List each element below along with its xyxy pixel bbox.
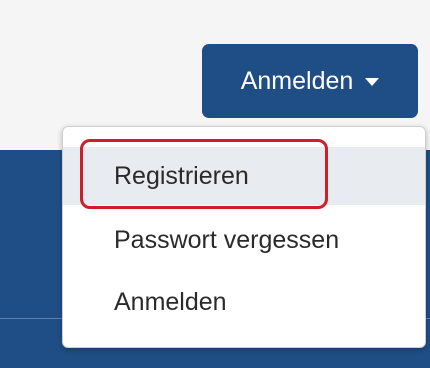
menu-item-register[interactable]: Registrieren: [63, 147, 425, 205]
menu-item-login[interactable]: Anmelden: [63, 273, 425, 331]
menu-item-label: Anmelden: [114, 287, 227, 316]
login-button-label: Anmelden: [240, 66, 354, 95]
menu-item-label: Passwort vergessen: [114, 225, 340, 254]
menu-item-label: Registrieren: [114, 161, 249, 190]
caret-down-icon: [365, 78, 380, 86]
login-dropdown-menu: Registrieren Passwort vergessen Anmelden: [62, 126, 426, 348]
login-dropdown-button[interactable]: Anmelden: [202, 44, 418, 118]
menu-item-forgot-password[interactable]: Passwort vergessen: [63, 211, 425, 269]
